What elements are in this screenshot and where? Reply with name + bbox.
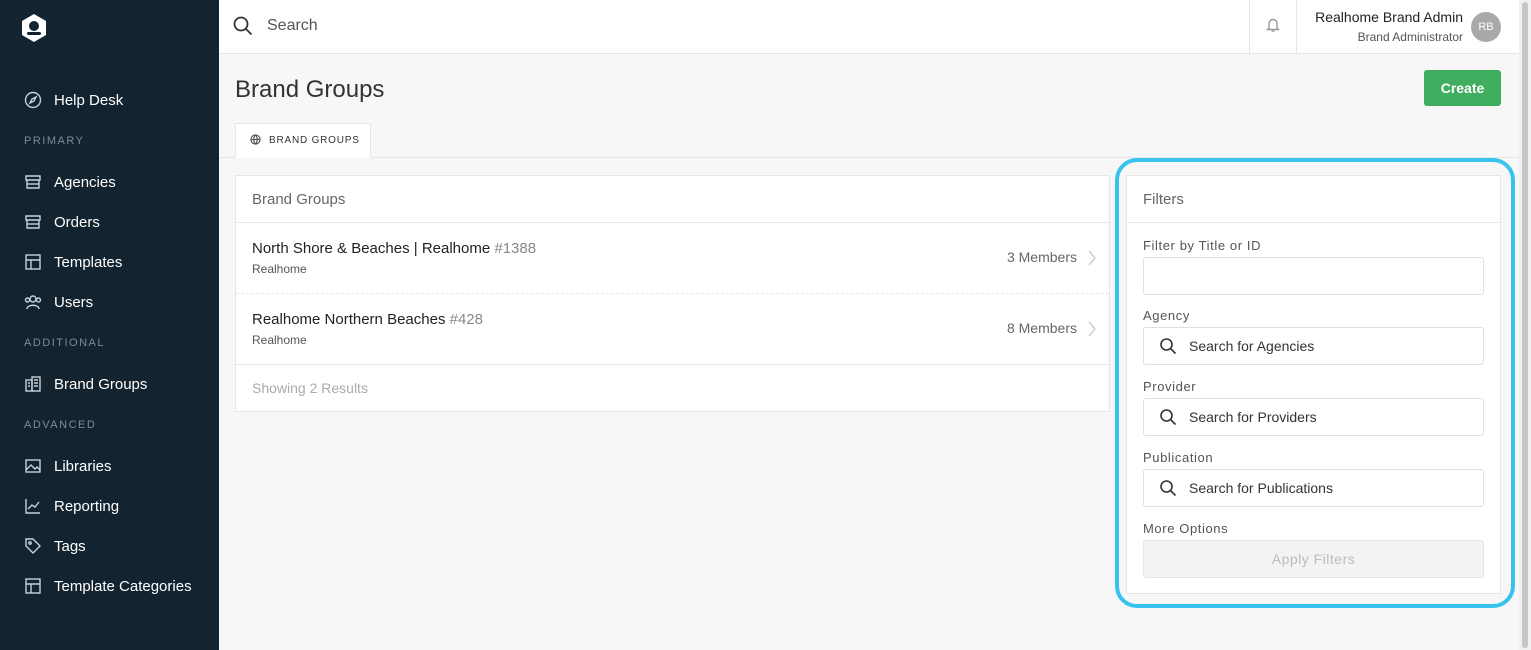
top-bar: Realhome Brand Admin Brand Administrator… (219, 0, 1519, 54)
sidebar: Help Desk PRIMARY Agencies Orders Templa… (0, 0, 219, 650)
item-title: North Shore & Beaches | Realhome #1388 (252, 240, 537, 257)
storefront-icon (24, 173, 42, 191)
search-icon (233, 16, 253, 36)
tab-brand-groups[interactable]: BRAND GROUPS (235, 123, 371, 158)
page-scrollbar[interactable] (1519, 0, 1531, 650)
chevron-right-icon (1087, 321, 1097, 337)
sidebar-item-label: Reporting (54, 497, 120, 515)
item-title: Realhome Northern Beaches #428 (252, 311, 483, 328)
sidebar-item-template-categories[interactable]: Template Categories (24, 574, 192, 598)
apply-filters-button[interactable]: Apply Filters (1143, 540, 1484, 578)
publication-search-input[interactable] (1189, 480, 1459, 496)
sidebar-item-label: Libraries (54, 457, 112, 475)
sidebar-item-agencies[interactable]: Agencies (24, 170, 116, 194)
list-item[interactable]: North Shore & Beaches | Realhome #1388 R… (236, 223, 1109, 294)
buildings-icon (24, 375, 42, 393)
agency-search-field[interactable] (1143, 327, 1484, 365)
section-label-primary: PRIMARY (24, 135, 85, 147)
scrollbar-thumb[interactable] (1522, 2, 1528, 648)
publication-search-field[interactable] (1143, 469, 1484, 507)
filters-header: Filters (1127, 176, 1500, 223)
app-logo-icon[interactable] (20, 13, 48, 43)
tag-icon (24, 537, 42, 555)
search-icon (1160, 409, 1177, 426)
sidebar-item-label: Agencies (54, 173, 116, 191)
sidebar-item-templates[interactable]: Templates (24, 250, 122, 274)
tab-divider (219, 157, 1519, 158)
filter-title-label: Filter by Title or ID (1143, 238, 1262, 253)
sidebar-item-label: Template Categories (54, 577, 192, 595)
tab-label: BRAND GROUPS (269, 135, 360, 146)
agency-search-input[interactable] (1189, 338, 1459, 354)
publication-label: Publication (1143, 450, 1214, 465)
filters-panel: Filters Filter by Title or ID Agency Pro… (1126, 175, 1501, 594)
sidebar-item-label: Orders (54, 213, 100, 231)
agency-label: Agency (1143, 308, 1190, 323)
storefront-icon (24, 213, 42, 231)
notifications-button[interactable] (1249, 0, 1297, 54)
section-label-advanced: ADVANCED (24, 419, 97, 431)
sidebar-item-label: Brand Groups (54, 375, 148, 393)
grid-icon (24, 253, 42, 271)
item-subtitle: Realhome (252, 262, 307, 276)
more-options-label: More Options (1143, 521, 1229, 536)
chevron-right-icon (1087, 250, 1097, 266)
page-title: Brand Groups (235, 76, 385, 103)
provider-search-field[interactable] (1143, 398, 1484, 436)
sidebar-item-libraries[interactable]: Libraries (24, 454, 112, 478)
sidebar-item-help-desk[interactable]: Help Desk (24, 88, 123, 112)
item-members-count: 3 Members (1006, 249, 1077, 265)
sidebar-item-orders[interactable]: Orders (24, 210, 100, 234)
sidebar-item-users[interactable]: Users (24, 290, 93, 314)
bell-icon (1265, 17, 1281, 38)
search-icon (1160, 480, 1177, 497)
results-count: Showing 2 Results (252, 380, 368, 396)
globe-icon (250, 133, 269, 148)
sidebar-item-label: Users (54, 293, 94, 311)
item-subtitle: Realhome (252, 333, 307, 347)
search-icon (1160, 338, 1177, 355)
provider-search-input[interactable] (1189, 409, 1459, 425)
sidebar-item-brand-groups[interactable]: Brand Groups (24, 372, 147, 396)
sidebar-item-label: Templates (54, 253, 123, 271)
user-role: Brand Administrator (1357, 30, 1463, 44)
list-item[interactable]: Realhome Northern Beaches #428 Realhome … (236, 294, 1109, 365)
users-icon (24, 293, 42, 311)
item-members-count: 8 Members (1006, 320, 1077, 336)
section-label-additional: ADDITIONAL (24, 337, 106, 349)
create-button[interactable]: Create (1424, 70, 1501, 106)
sidebar-item-label: Tags (54, 537, 86, 555)
brand-groups-list: Brand Groups North Shore & Beaches | Rea… (235, 175, 1110, 412)
grid-icon (24, 577, 42, 595)
filter-title-input[interactable] (1143, 257, 1484, 295)
sidebar-item-reporting[interactable]: Reporting (24, 494, 119, 518)
line-chart-icon (24, 497, 42, 515)
item-id: #1388 (494, 240, 537, 257)
user-name[interactable]: Realhome Brand Admin (1315, 9, 1463, 25)
list-header: Brand Groups (236, 176, 1109, 223)
item-id: #428 (449, 311, 483, 328)
global-search-input[interactable] (267, 14, 867, 38)
image-icon (24, 457, 42, 475)
sidebar-item-label: Help Desk (54, 91, 124, 109)
sidebar-item-tags[interactable]: Tags (24, 534, 86, 558)
compass-icon (24, 91, 42, 109)
avatar[interactable]: RB (1471, 12, 1501, 42)
provider-label: Provider (1143, 379, 1197, 394)
